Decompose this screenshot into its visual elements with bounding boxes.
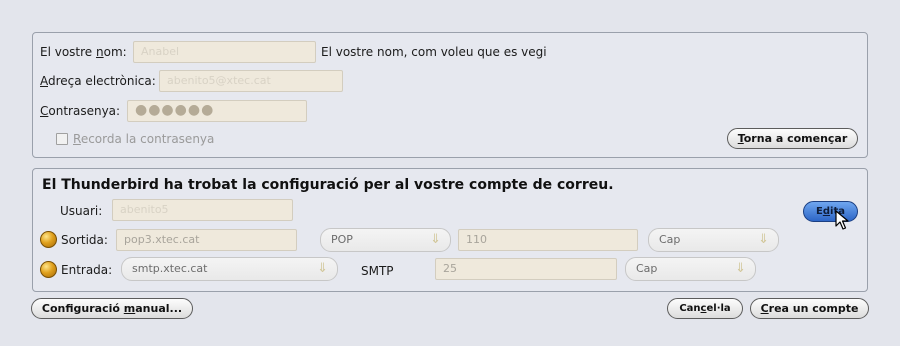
outgoing-status-icon — [40, 231, 57, 248]
manual-config-button[interactable]: Configuració manual... — [31, 298, 193, 319]
outgoing-protocol-select[interactable]: POP ⇓ — [320, 228, 451, 252]
create-account-button[interactable]: Crea un compte — [750, 298, 869, 319]
dropdown-arrow-icon: ⇓ — [430, 232, 441, 247]
dropdown-arrow-icon: ⇓ — [735, 261, 746, 276]
dropdown-arrow-icon: ⇓ — [317, 261, 328, 276]
outgoing-port-field[interactable]: 110 — [458, 229, 638, 251]
name-field[interactable]: Anabel — [133, 41, 316, 63]
incoming-server-value: smtp.xtec.cat — [132, 262, 208, 275]
outgoing-security-select[interactable]: Cap ⇓ — [648, 228, 779, 252]
incoming-protocol: SMTP — [361, 264, 394, 278]
password-label: Contrasenya: — [40, 104, 121, 118]
incoming-label: Entrada: — [61, 263, 113, 277]
incoming-security-select[interactable]: Cap ⇓ — [625, 257, 756, 281]
email-label: Adreça electrònica: — [40, 74, 156, 88]
password-field[interactable]: ●●●●●● — [127, 100, 307, 122]
outgoing-label: Sortida: — [61, 233, 108, 247]
remember-password-checkbox[interactable] — [56, 133, 68, 145]
mouse-pointer-icon — [835, 210, 849, 230]
outgoing-protocol-value: POP — [331, 233, 353, 246]
email-field[interactable]: abenito5@xtec.cat — [159, 70, 343, 92]
incoming-security-value: Cap — [636, 262, 658, 275]
cancel-button[interactable]: Cancel·la — [667, 298, 743, 319]
outgoing-server-field[interactable]: pop3.xtec.cat — [116, 229, 297, 251]
name-hint: El vostre nom, com voleu que es vegi — [321, 45, 547, 59]
edit-button[interactable]: Edita — [803, 201, 858, 222]
name-label: El vostre nom: — [40, 45, 127, 59]
user-label: Usuari: — [60, 204, 103, 218]
incoming-status-icon — [40, 261, 57, 278]
outgoing-security-value: Cap — [659, 233, 681, 246]
user-field[interactable]: abenito5 — [112, 199, 293, 221]
incoming-server-select[interactable]: smtp.xtec.cat ⇓ — [121, 257, 338, 281]
dropdown-arrow-icon: ⇓ — [758, 232, 769, 247]
config-heading: El Thunderbird ha trobat la configuració… — [42, 177, 614, 193]
restart-button[interactable]: Torna a començar — [727, 128, 858, 149]
incoming-port-field[interactable]: 25 — [435, 258, 617, 280]
remember-password-label: Recorda la contrasenya — [73, 132, 215, 146]
